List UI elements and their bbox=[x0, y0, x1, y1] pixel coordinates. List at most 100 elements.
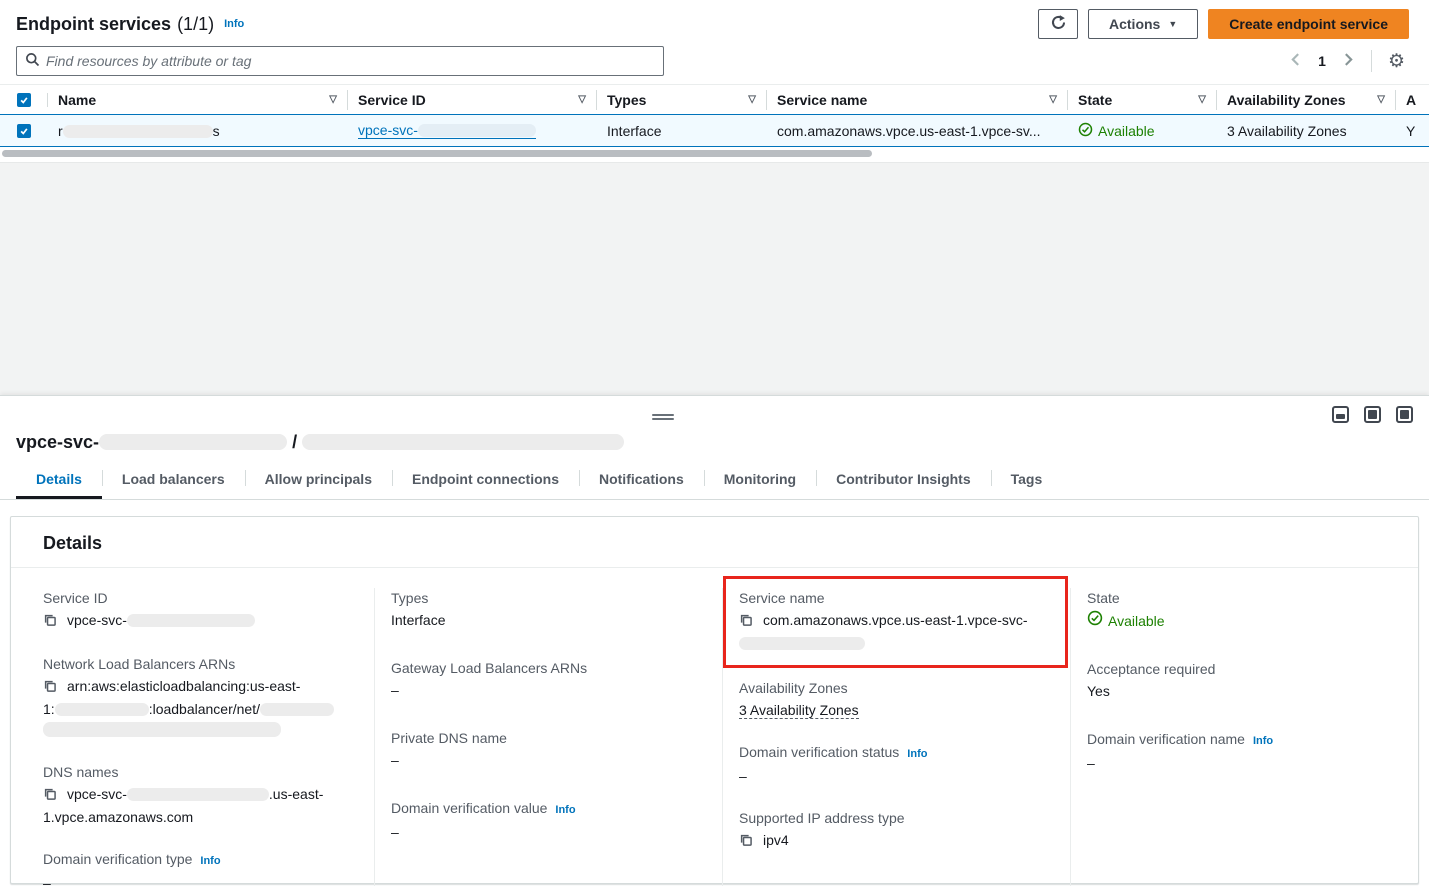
toolbar: 1 ⚙ bbox=[0, 40, 1429, 84]
chevron-left-icon bbox=[1289, 52, 1302, 70]
redacted-text bbox=[302, 434, 624, 450]
redacted-text bbox=[55, 703, 149, 716]
actions-button-label: Actions bbox=[1109, 16, 1160, 32]
redacted-text bbox=[418, 124, 536, 137]
details-column-1: Service ID vpce-svc- Network Load Balanc… bbox=[11, 588, 374, 886]
panel-size-small-icon[interactable] bbox=[1332, 406, 1349, 423]
next-page-button[interactable] bbox=[1342, 52, 1355, 70]
details-card: Details Service ID vpce-svc- Network Loa… bbox=[10, 516, 1419, 884]
search-icon bbox=[25, 52, 40, 70]
empty-background bbox=[0, 162, 1429, 395]
copy-icon[interactable] bbox=[739, 832, 753, 853]
tab-allow-principals[interactable]: Allow principals bbox=[245, 463, 392, 499]
copy-icon[interactable] bbox=[739, 612, 753, 633]
tab-notifications[interactable]: Notifications bbox=[579, 463, 704, 499]
field-service-name: Service name com.amazonaws.vpce.us-east-… bbox=[739, 588, 1052, 654]
search-input[interactable] bbox=[46, 53, 655, 69]
select-all-checkbox[interactable] bbox=[17, 93, 31, 107]
column-header-service-name[interactable]: Service name ▽ bbox=[767, 90, 1068, 110]
tab-tags[interactable]: Tags bbox=[991, 463, 1063, 499]
panel-size-controls bbox=[1332, 406, 1413, 423]
filter-icon[interactable]: ▽ bbox=[740, 94, 756, 105]
cell-types: Interface bbox=[597, 123, 767, 139]
filter-icon[interactable]: ▽ bbox=[570, 94, 586, 105]
actions-button[interactable]: Actions ▼ bbox=[1088, 9, 1198, 39]
caret-down-icon: ▼ bbox=[1168, 19, 1177, 29]
service-name-highlight-box: Service name com.amazonaws.vpce.us-east-… bbox=[723, 576, 1068, 668]
create-button-label: Create endpoint service bbox=[1229, 16, 1388, 32]
page-title: Endpoint services bbox=[16, 14, 171, 35]
field-dns-names: DNS names vpce-svc-.us-east- 1.vpce.amaz… bbox=[43, 762, 356, 828]
service-id-link[interactable]: vpce-svc- bbox=[358, 122, 536, 139]
chevron-right-icon bbox=[1342, 52, 1355, 70]
refresh-button[interactable] bbox=[1038, 9, 1078, 39]
details-column-4: State Available Acceptance required Yes bbox=[1070, 588, 1418, 886]
prev-page-button[interactable] bbox=[1289, 52, 1302, 70]
cell-name: rs bbox=[48, 123, 348, 139]
table-header-row: Name ▽ Service ID ▽ Types ▽ Service name… bbox=[0, 85, 1429, 114]
column-header-availability-zones[interactable]: Availability Zones ▽ bbox=[1217, 90, 1396, 110]
cell-service-name: com.amazonaws.vpce.us-east-1.vpce-sv... bbox=[767, 123, 1068, 139]
filter-icon[interactable]: ▽ bbox=[1369, 94, 1385, 105]
cell-acceptance: Y bbox=[1396, 123, 1429, 139]
table-row[interactable]: rs vpce-svc- Interface com.amazonaws.vpc… bbox=[0, 114, 1429, 147]
details-card-heading: Details bbox=[11, 517, 1418, 568]
panel-drag-handle[interactable] bbox=[652, 412, 674, 422]
field-gwlb-arns: Gateway Load Balancers ARNs – bbox=[391, 658, 704, 701]
column-header-name[interactable]: Name ▽ bbox=[48, 90, 348, 110]
tab-endpoint-connections[interactable]: Endpoint connections bbox=[392, 463, 579, 499]
details-column-2: Types Interface Gateway Load Balancers A… bbox=[374, 588, 722, 886]
filter-icon[interactable]: ▽ bbox=[1190, 94, 1206, 105]
availability-zones-link[interactable]: 3 Availability Zones bbox=[739, 702, 859, 719]
pagination: 1 ⚙ bbox=[1289, 50, 1405, 72]
create-endpoint-service-button[interactable]: Create endpoint service bbox=[1208, 9, 1409, 39]
info-link[interactable]: Info bbox=[224, 18, 244, 30]
check-circle-icon bbox=[1078, 122, 1093, 140]
cell-service-id: vpce-svc- bbox=[348, 122, 597, 139]
redacted-text bbox=[260, 703, 334, 716]
filter-icon[interactable]: ▽ bbox=[1041, 94, 1057, 105]
horizontal-scrollbar bbox=[2, 150, 1429, 159]
search-box bbox=[16, 46, 664, 76]
tab-load-balancers[interactable]: Load balancers bbox=[102, 463, 245, 499]
redacted-text bbox=[127, 788, 269, 801]
availability-zones-link[interactable]: 3 Availability Zones bbox=[1227, 123, 1347, 139]
field-private-dns-name: Private DNS name – bbox=[391, 728, 704, 771]
header-actions: Actions ▼ Create endpoint service bbox=[1038, 9, 1409, 39]
page-number[interactable]: 1 bbox=[1318, 53, 1326, 69]
panel-size-half-icon[interactable] bbox=[1364, 406, 1381, 423]
info-link[interactable]: Info bbox=[907, 748, 927, 760]
resource-count: (1/1) bbox=[177, 14, 214, 35]
field-service-id: Service ID vpce-svc- bbox=[43, 588, 356, 633]
settings-gear-icon[interactable]: ⚙ bbox=[1388, 52, 1405, 71]
column-header-service-id[interactable]: Service ID ▽ bbox=[348, 90, 597, 110]
page-header: Endpoint services (1/1) Info Actions ▼ C… bbox=[0, 8, 1429, 40]
panel-size-full-icon[interactable] bbox=[1396, 406, 1413, 423]
row-checkbox[interactable] bbox=[17, 124, 31, 138]
info-link[interactable]: Info bbox=[200, 855, 220, 867]
tab-contributor-insights[interactable]: Contributor Insights bbox=[816, 463, 991, 499]
panel-title: vpce-svc- / bbox=[0, 396, 1429, 459]
field-supported-ip-address-type: Supported IP address type ipv4 bbox=[739, 808, 1052, 853]
endpoint-services-section: Endpoint services (1/1) Info Actions ▼ C… bbox=[0, 0, 1429, 159]
cell-availability-zones: 3 Availability Zones bbox=[1217, 123, 1396, 139]
scrollbar-thumb[interactable] bbox=[2, 150, 872, 157]
pager-divider bbox=[1371, 50, 1372, 72]
check-circle-icon bbox=[1087, 610, 1103, 632]
panel-tabs: Details Load balancers Allow principals … bbox=[0, 463, 1429, 500]
tab-details[interactable]: Details bbox=[16, 463, 102, 499]
filter-icon[interactable]: ▽ bbox=[321, 94, 337, 105]
copy-icon[interactable] bbox=[43, 678, 57, 699]
column-header-types[interactable]: Types ▽ bbox=[597, 90, 767, 110]
column-header-acceptance[interactable]: A bbox=[1396, 90, 1429, 110]
copy-icon[interactable] bbox=[43, 786, 57, 807]
details-card-body: Service ID vpce-svc- Network Load Balanc… bbox=[11, 568, 1418, 886]
info-link[interactable]: Info bbox=[1253, 735, 1273, 747]
copy-icon[interactable] bbox=[43, 612, 57, 633]
info-link[interactable]: Info bbox=[555, 804, 575, 816]
field-acceptance-required: Acceptance required Yes bbox=[1087, 659, 1400, 702]
redacted-text bbox=[63, 125, 213, 138]
redacted-text bbox=[99, 434, 287, 450]
tab-monitoring[interactable]: Monitoring bbox=[704, 463, 816, 499]
column-header-state[interactable]: State ▽ bbox=[1068, 90, 1217, 110]
